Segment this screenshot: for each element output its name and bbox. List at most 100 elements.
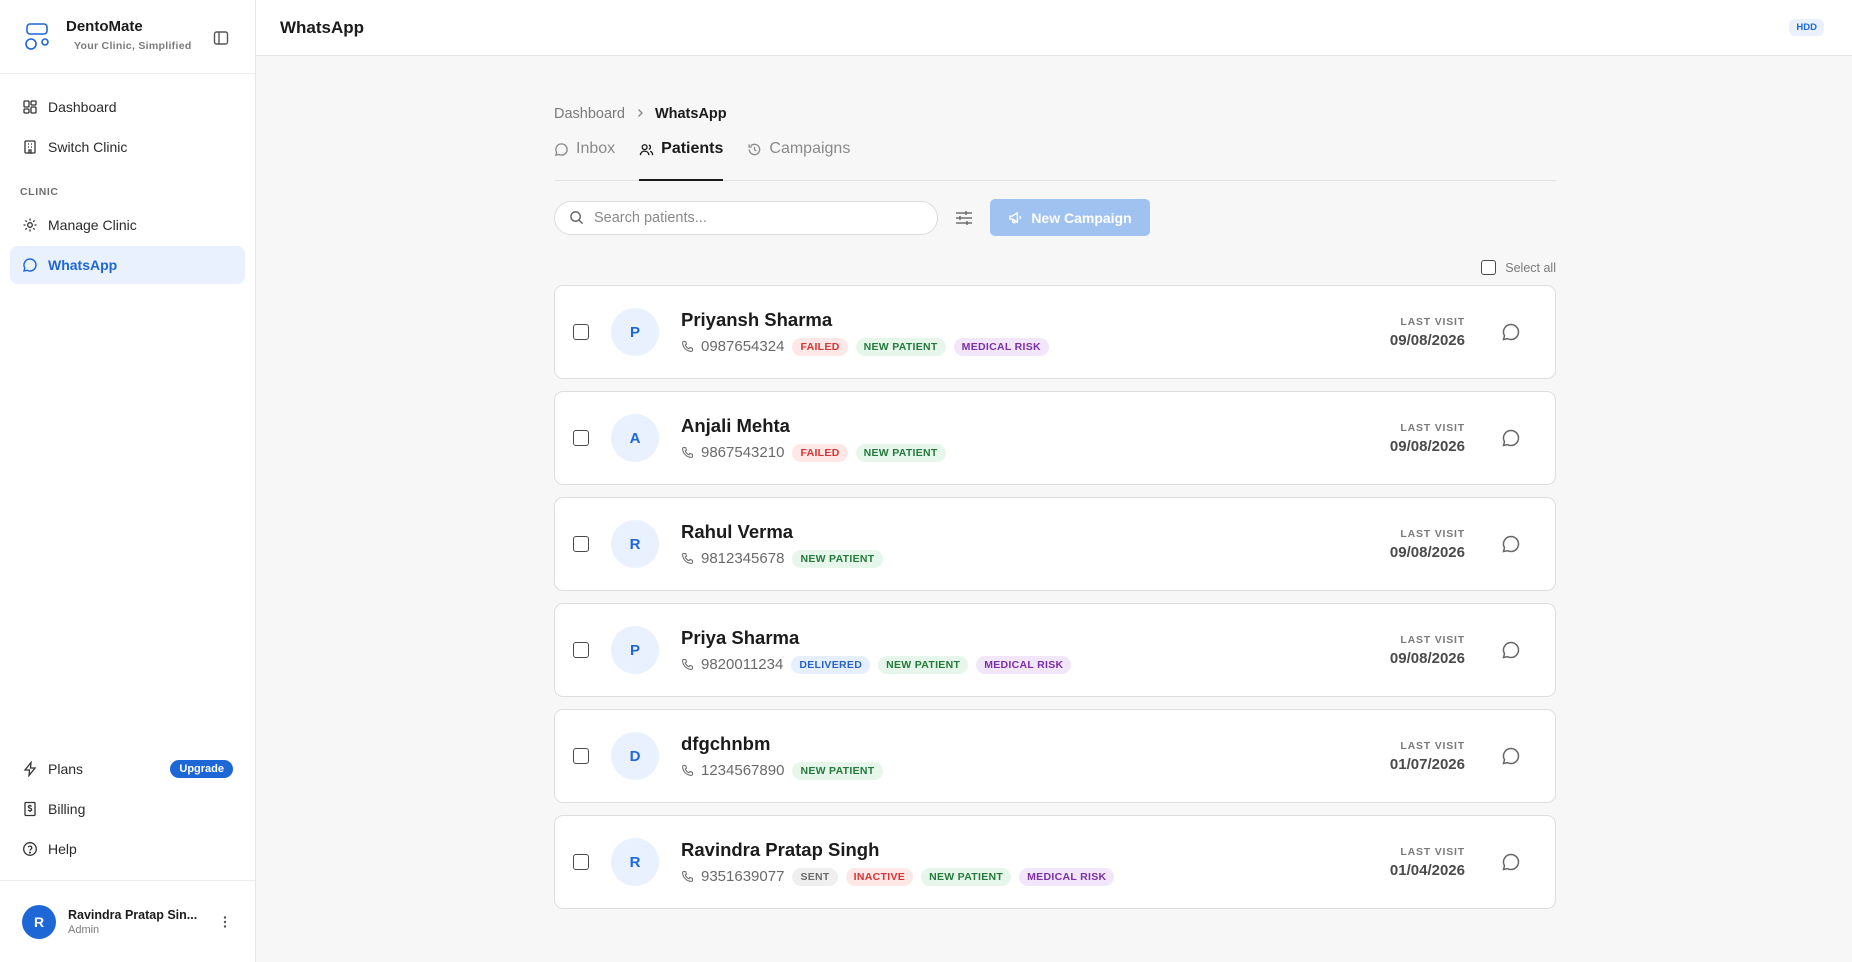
chat-icon[interactable] <box>1501 428 1521 448</box>
patient-checkbox[interactable] <box>573 430 589 446</box>
chat-icon <box>554 142 569 157</box>
new-campaign-label: New Campaign <box>1031 209 1132 226</box>
main-content: Dashboard WhatsApp Inbox Patients Campai… <box>554 56 1556 921</box>
list-item[interactable]: R Ravindra Pratap Singh 9351639077 SENT I… <box>554 815 1556 909</box>
sidebar-item-help[interactable]: Help <box>10 830 245 868</box>
gear-icon <box>22 217 38 233</box>
sidebar-section-clinic: CLINIC <box>20 186 59 198</box>
toolbar: New Campaign <box>554 199 1556 236</box>
users-icon <box>639 142 654 157</box>
select-all-checkbox[interactable] <box>1481 260 1497 275</box>
tab-label: Inbox <box>576 140 616 157</box>
tab-patients[interactable]: Patients <box>639 138 724 181</box>
sidebar-item-label: Switch Clinic <box>48 139 128 155</box>
patient-checkbox[interactable] <box>573 324 589 340</box>
sidebar-item-switch-clinic[interactable]: Switch Clinic <box>10 128 245 166</box>
sidebar-item-whatsapp[interactable]: WhatsApp <box>10 246 245 284</box>
new-campaign-button[interactable]: New Campaign <box>990 199 1150 236</box>
sidebar-item-label: WhatsApp <box>48 257 118 273</box>
page-title: WhatsApp <box>280 17 365 37</box>
dashboard-icon <box>22 99 38 115</box>
avatar: R <box>611 520 659 568</box>
patient-name: Priya Sharma <box>681 626 800 648</box>
tab-inbox[interactable]: Inbox <box>554 138 615 180</box>
status-badge: NEW PATIENT <box>921 867 1012 886</box>
list-item[interactable]: R Rahul Verma 9812345678 NEW PATIENT LAS… <box>554 497 1556 591</box>
tab-campaigns[interactable]: Campaigns <box>747 138 850 180</box>
sidebar: DentoMate Your Clinic, Simplified Dashbo… <box>0 0 256 962</box>
patient-name: dfgchnbm <box>681 732 771 754</box>
status-badge: DELIVERED <box>791 655 871 674</box>
upgrade-badge[interactable]: Upgrade <box>170 760 233 778</box>
phone-icon <box>681 658 694 671</box>
sidebar-item-dashboard[interactable]: Dashboard <box>10 88 245 126</box>
avatar: P <box>611 626 659 674</box>
user-role: Admin <box>68 923 100 936</box>
last-visit-label: LAST VISIT <box>1400 845 1465 858</box>
more-vertical-icon[interactable] <box>217 914 233 930</box>
chat-icon[interactable] <box>1501 322 1521 342</box>
patient-checkbox[interactable] <box>573 854 589 870</box>
breadcrumb-dashboard[interactable]: Dashboard <box>554 106 625 122</box>
tab-label: Campaigns <box>769 140 851 157</box>
sidebar-item-billing[interactable]: Billing <box>10 790 245 828</box>
patient-checkbox[interactable] <box>573 642 589 658</box>
phone-icon <box>681 870 694 883</box>
user-profile[interactable]: R Ravindra Pratap Sin... Admin <box>0 880 255 962</box>
patient-phone: 1234567890 <box>701 762 785 779</box>
last-visit-date: 09/08/2026 <box>1389 543 1465 561</box>
search-icon <box>569 210 584 225</box>
patient-name: Priyansh Sharma <box>681 308 833 330</box>
last-visit-label: LAST VISIT <box>1400 739 1465 752</box>
status-badge: NEW PATIENT <box>792 549 883 568</box>
breadcrumb: Dashboard WhatsApp <box>554 106 1556 122</box>
patient-phone: 9351639077 <box>701 868 785 885</box>
patient-name: Ravindra Pratap Singh <box>681 838 880 860</box>
last-visit-label: LAST VISIT <box>1400 633 1465 646</box>
breadcrumb-current: WhatsApp <box>654 106 727 122</box>
hdd-badge: HDD <box>1789 19 1824 36</box>
status-badge: NEW PATIENT <box>855 443 946 462</box>
sidebar-item-label: Billing <box>48 801 86 817</box>
brand-tagline: Your Clinic, Simplified <box>74 40 192 52</box>
brand-logo-icon <box>24 22 52 52</box>
last-visit-date: 01/07/2026 <box>1389 755 1465 773</box>
select-all-label: Select all <box>1505 260 1556 275</box>
topbar: WhatsApp HDD <box>256 0 1852 56</box>
select-all-row: Select all <box>554 260 1556 275</box>
status-badge: MEDICAL RISK <box>976 655 1072 674</box>
lightning-icon <box>22 761 38 777</box>
sidebar-bottom-nav: Plans Upgrade Billing Help <box>10 750 245 870</box>
search-input[interactable] <box>594 209 914 226</box>
avatar: R <box>22 904 56 939</box>
sidebar-item-manage-clinic[interactable]: Manage Clinic <box>10 206 245 244</box>
list-item[interactable]: P Priyansh Sharma 0987654324 FAILED NEW P… <box>554 285 1556 379</box>
list-item[interactable]: D dfgchnbm 1234567890 NEW PATIENT LAST V… <box>554 709 1556 803</box>
list-item[interactable]: A Anjali Mehta 9867543210 FAILED NEW PATI… <box>554 391 1556 485</box>
sidebar-item-plans[interactable]: Plans Upgrade <box>10 750 245 788</box>
chat-icon[interactable] <box>1501 852 1521 872</box>
sidebar-toggle-icon[interactable] <box>213 30 229 46</box>
phone-icon <box>681 340 694 353</box>
list-item[interactable]: P Priya Sharma 9820011234 DELIVERED NEW P… <box>554 603 1556 697</box>
status-badge: NEW PATIENT <box>878 655 969 674</box>
avatar: R <box>611 838 659 886</box>
sidebar-item-label: Plans <box>48 761 84 777</box>
chat-icon[interactable] <box>1501 534 1521 554</box>
chat-icon[interactable] <box>1501 746 1521 766</box>
chat-icon[interactable] <box>1501 640 1521 660</box>
sidebar-item-label: Help <box>48 841 77 857</box>
patient-checkbox[interactable] <box>573 748 589 764</box>
status-badge: MEDICAL RISK <box>953 337 1049 356</box>
patient-phone: 0987654324 <box>701 338 785 355</box>
tab-label: Patients <box>661 140 724 157</box>
help-icon <box>22 841 38 857</box>
phone-icon <box>681 764 694 777</box>
status-badge: NEW PATIENT <box>855 337 946 356</box>
patient-checkbox[interactable] <box>573 536 589 552</box>
search-box[interactable] <box>554 200 938 235</box>
filter-sliders-icon[interactable] <box>954 208 974 228</box>
sidebar-item-label: Manage Clinic <box>48 217 137 233</box>
patient-name: Anjali Mehta <box>681 414 790 436</box>
building-icon <box>22 139 38 155</box>
